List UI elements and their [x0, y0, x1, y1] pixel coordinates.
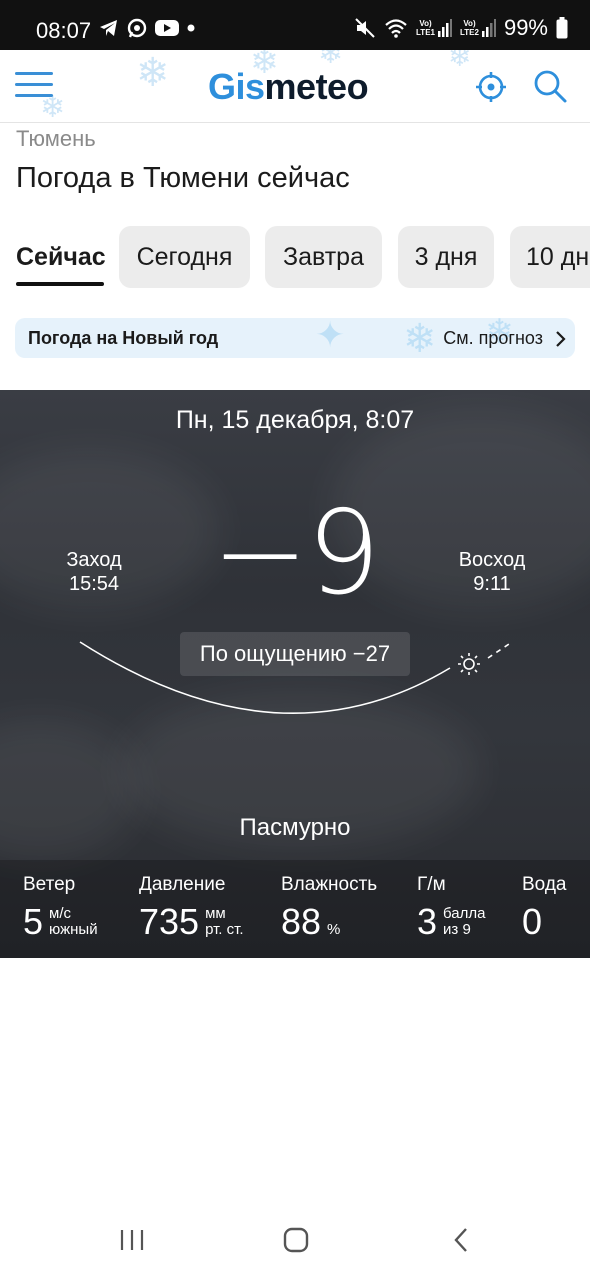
stat-value: 0: [522, 901, 543, 942]
stat-label: Влажность: [281, 874, 378, 895]
tab-today[interactable]: Сегодня: [119, 226, 250, 288]
stat-pressure[interactable]: Давление 735 мм рт. ст.: [139, 874, 244, 942]
status-bar: 08:07 Vo) LTE1 Vo) LTE2 99%: [0, 0, 590, 50]
stat-unit-2: %: [327, 921, 341, 938]
logo-meteo: meteo: [264, 66, 369, 107]
youtube-icon: [155, 20, 179, 36]
tab-tomorrow[interactable]: Завтра: [265, 226, 382, 288]
chevron-right-icon: [556, 331, 566, 347]
promo-link[interactable]: См. прогноз: [443, 328, 543, 349]
logo-gis: Gis: [208, 66, 265, 107]
battery-percent: 99%: [503, 15, 548, 40]
snowflake-decoration-icon: ❄: [448, 50, 472, 72]
volte-label: Vo): [419, 19, 432, 28]
snowflake-decoration-icon: ❄: [403, 318, 437, 358]
current-weather-card: Пн, 15 декабря, 8:07 Заход 15:54 −9 Восх…: [0, 390, 590, 958]
home-icon[interactable]: [282, 1226, 310, 1254]
stat-humidity[interactable]: Влажность 88 %: [281, 874, 377, 942]
sunrise-time: 9:11: [473, 573, 511, 595]
search-icon[interactable]: [532, 68, 568, 104]
app-header: ❄ ❄ ❄ ❄ ❄ Gismeteo: [0, 50, 590, 123]
mute-icon: [355, 18, 375, 38]
stat-label: Вода: [522, 874, 567, 895]
stat-unit-2: рт. ст.: [205, 921, 244, 938]
battery-icon: [556, 17, 568, 39]
volte-label: Vo): [463, 19, 476, 28]
stat-unit-1: м/с: [49, 905, 72, 922]
status-time: 08:07: [36, 18, 92, 43]
breadcrumb-city[interactable]: Тюмень: [16, 126, 96, 152]
lte1-label: LTE1: [416, 28, 435, 37]
notification-icons: [98, 17, 196, 39]
snowflake-decoration-icon: ❄: [136, 51, 170, 95]
location-icon[interactable]: [474, 70, 508, 104]
sun-icon: [458, 653, 480, 675]
gismeteo-logo[interactable]: Gismeteo: [208, 66, 369, 108]
tab-10-days[interactable]: 10 дн: [510, 226, 590, 288]
menu-icon: [15, 72, 53, 75]
stat-unit-2: из 9: [443, 921, 471, 938]
dot-icon: [187, 24, 195, 32]
stat-value: 735: [139, 901, 200, 942]
stat-unit-1: мм: [205, 905, 226, 922]
new-year-promo-banner[interactable]: ✦ ❄ ❄ Погода на Новый год См. прогноз: [15, 318, 575, 358]
stat-unit-2: южный: [49, 921, 98, 938]
stat-value: 88: [281, 901, 322, 942]
system-navigation-bar: [0, 1200, 590, 1280]
stat-label: Давление: [139, 874, 226, 895]
weather-condition: Пасмурно: [239, 814, 351, 841]
stat-value: 3: [417, 901, 438, 942]
promo-label: Погода на Новый год: [28, 328, 219, 348]
signal-icon: [437, 19, 452, 37]
tab-now[interactable]: Сейчас: [16, 226, 106, 288]
current-date: Пн, 15 декабря, 8:07: [175, 406, 415, 434]
wifi-icon: [385, 19, 407, 38]
menu-icon-line: [15, 83, 53, 86]
stat-unit: м/с южный: [49, 906, 98, 938]
back-icon[interactable]: [450, 1226, 474, 1254]
menu-icon-line: [15, 94, 53, 97]
system-icons: Vo) LTE1 Vo) LTE2 99%: [354, 15, 568, 41]
page-title: Погода в Тюмени сейчас: [16, 162, 350, 194]
stat-water[interactable]: Вода 0: [522, 874, 566, 942]
stat-unit-1: балла: [443, 905, 486, 922]
sunrise-label: Восход: [458, 549, 526, 571]
sunrise-info: Восход 9:11: [452, 548, 532, 596]
stat-unit: балла из 9: [443, 906, 485, 938]
stat-unit: мм рт. ст.: [205, 906, 243, 938]
sim1-indicator: Vo) LTE1: [416, 19, 452, 37]
signal-icon: [481, 19, 496, 37]
tab-3-days[interactable]: 3 дня: [398, 226, 494, 288]
stat-label: Ветер: [23, 874, 76, 895]
whatsapp-icon: [127, 18, 147, 38]
weather-stats: Ветер 5 м/с южный Давление 735 мм рт. ст. …: [0, 860, 590, 958]
stat-unit: %: [327, 906, 340, 938]
sim2-indicator: Vo) LTE2: [460, 19, 496, 37]
stat-wind[interactable]: Ветер 5 м/с южный: [23, 874, 98, 942]
lte2-label: LTE2: [459, 28, 479, 37]
telegram-icon: [100, 20, 117, 36]
menu-button[interactable]: [15, 72, 53, 100]
stat-label: Г/м: [417, 874, 446, 895]
snowflake-decoration-icon: ✦: [315, 318, 346, 355]
recent-apps-icon[interactable]: [118, 1226, 146, 1254]
stat-value: 5: [23, 901, 44, 942]
period-tabs: Сейчас Сегодня Завтра 3 дня 10 дн: [0, 226, 590, 290]
feels-like-badge: По ощущению −27: [180, 632, 410, 676]
stat-geomagnetic[interactable]: Г/м 3 балла из 9: [417, 874, 485, 942]
